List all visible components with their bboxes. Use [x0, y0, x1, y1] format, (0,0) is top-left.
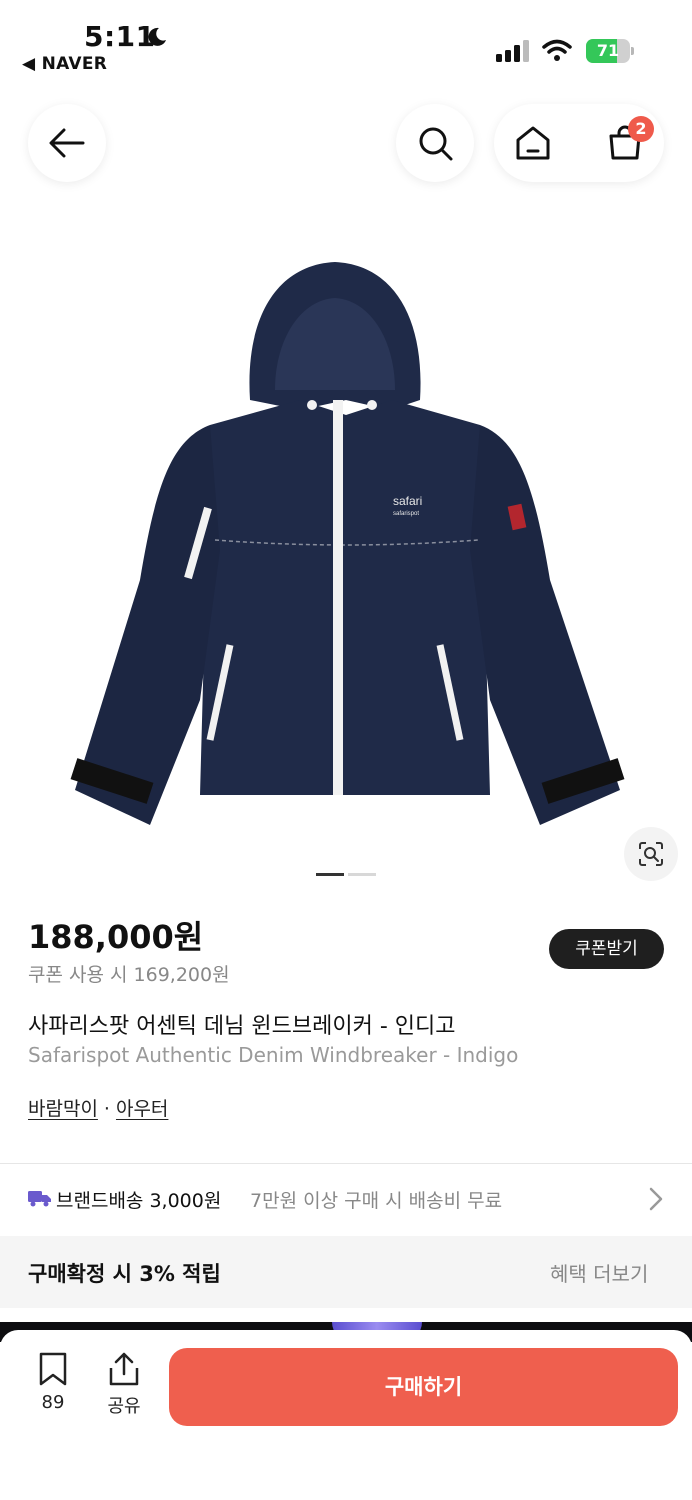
shipping-info-row[interactable]: 브랜드배송 3,000원 7만원 이상 구매 시 배송비 무료 — [0, 1164, 692, 1234]
benefit-row: 구매확정 시 3% 적립 혜택 더보기 — [0, 1236, 692, 1308]
reward-points-text: 구매확정 시 3% 적립 — [28, 1262, 221, 1286]
battery-cap — [631, 47, 634, 55]
home-icon[interactable] — [514, 124, 552, 162]
chest-logo-text: safari — [393, 494, 422, 508]
truck-icon — [28, 1191, 51, 1207]
shipping-label: 브랜드배송 3,000원 — [56, 1190, 222, 1212]
wifi-icon — [542, 39, 572, 61]
category-breadcrumb: 바람막이 · 아우터 — [28, 1094, 168, 1121]
back-button[interactable] — [28, 104, 106, 182]
product-title-english: Safarispot Authentic Denim Windbreaker -… — [28, 1043, 519, 1067]
bookmark-count: 89 — [41, 1392, 65, 1413]
coupon-price: 쿠폰 사용 시 169,200원 — [28, 964, 230, 986]
category-link-outer[interactable]: 아우터 — [116, 1098, 168, 1120]
product-image[interactable]: safari safarispot — [60, 250, 632, 840]
search-button[interactable] — [396, 104, 474, 182]
pagination-dot-active[interactable] — [316, 873, 344, 876]
benefit-more-link[interactable]: 혜택 더보기 — [550, 1258, 648, 1287]
image-pagination — [316, 873, 376, 877]
arrow-left-icon — [49, 128, 85, 158]
get-coupon-button[interactable]: 쿠폰받기 — [549, 929, 664, 969]
cart-count-badge: 2 — [628, 116, 654, 142]
product-price: 188,000원 — [28, 918, 204, 956]
status-time: 5:11 — [84, 20, 156, 53]
category-separator: · — [103, 1098, 110, 1120]
pagination-dot[interactable] — [348, 873, 376, 876]
bookmark-icon — [39, 1352, 67, 1386]
battery-body: 71 — [586, 39, 630, 63]
battery-indicator: 71 — [586, 39, 634, 63]
image-search-button[interactable] — [624, 827, 678, 881]
category-link-windbreaker[interactable]: 바람막이 — [28, 1098, 98, 1120]
chevron-right-icon — [649, 1187, 663, 1211]
share-button[interactable]: 공유 — [102, 1352, 146, 1422]
chest-logo-sub-text: safarispot — [393, 511, 419, 517]
share-icon — [109, 1352, 139, 1386]
buy-button[interactable]: 구매하기 — [169, 1348, 678, 1426]
product-title: 사파리스팟 어센틱 데님 윈드브레이커 - 인디고 — [28, 1014, 456, 1039]
battery-percent: 71 — [596, 41, 620, 60]
camera-search-icon — [639, 842, 663, 866]
shipping-free-condition: 7만원 이상 구매 시 배송비 무료 — [250, 1190, 503, 1212]
bookmark-button[interactable]: 89 — [34, 1352, 72, 1422]
status-bar: 5:11 ◀ NAVER 71 — [0, 0, 692, 80]
moon-icon — [148, 27, 166, 46]
share-label: 공유 — [107, 1396, 141, 1417]
search-icon — [419, 127, 453, 161]
back-to-app-link[interactable]: ◀ NAVER — [22, 54, 107, 74]
cellular-signal-icon — [496, 40, 529, 62]
